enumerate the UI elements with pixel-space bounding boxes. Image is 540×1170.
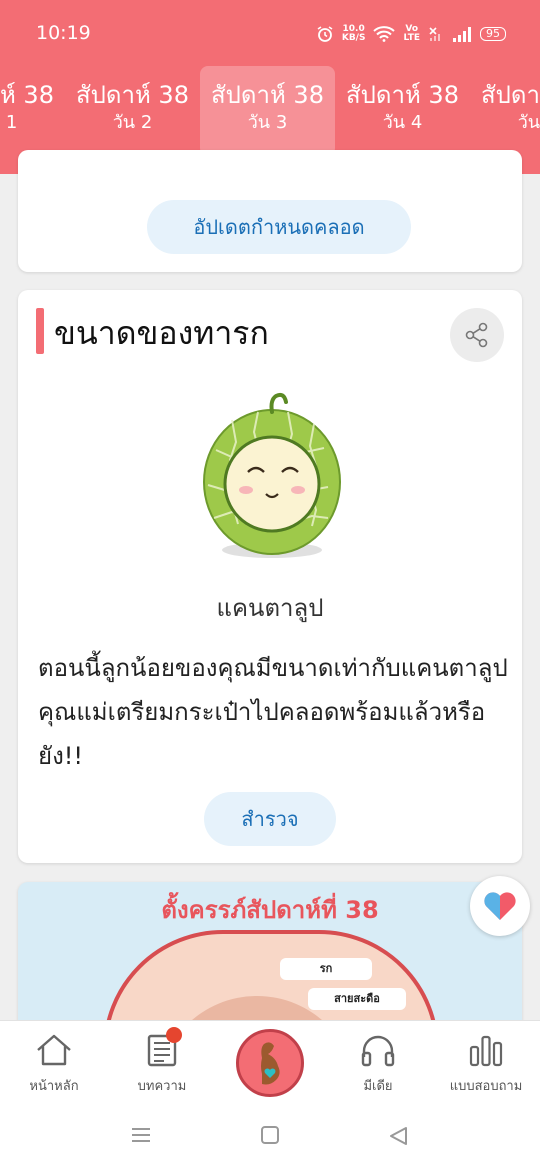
no-signal-icon bbox=[429, 27, 440, 41]
net-speed: 10.0 KB/S bbox=[341, 24, 366, 43]
share-icon bbox=[465, 322, 488, 348]
wifi-icon bbox=[373, 26, 396, 42]
update-due-date-button[interactable]: อัปเดตกำหนดคลอด bbox=[147, 200, 411, 254]
bar-chart-icon bbox=[469, 1035, 503, 1067]
nav-articles-label: บทความ bbox=[137, 1079, 187, 1094]
baby-size-title: ขนาดของทารก bbox=[54, 314, 269, 352]
nav-media-label: มีเดีย bbox=[363, 1079, 393, 1094]
recent-apps-icon[interactable] bbox=[130, 1126, 152, 1144]
tab-week38-day4[interactable]: สัปดาห์ 38 วัน 4 bbox=[335, 66, 470, 156]
status-icons: 10.0 KB/S Vo LTE 95 bbox=[316, 22, 506, 46]
headphones-icon bbox=[361, 1035, 395, 1067]
baby-size-card: ขนาดของทารก แคนตาลูป ตอนนี้ลูกน้อยของคุณ bbox=[18, 290, 522, 863]
fruit-description: ตอนนี้ลูกน้อยของคุณมีขนาดเท่ากับแคนตาลูป… bbox=[38, 654, 508, 770]
tab-week38-day1[interactable]: สัปดาห์ 38 วัน 1 bbox=[0, 66, 65, 156]
favorite-heart-button[interactable] bbox=[470, 876, 530, 936]
status-bar: 10:19 10.0 KB/S Vo LTE 95 bbox=[0, 0, 540, 66]
heart-icon bbox=[484, 892, 516, 920]
status-time: 10:19 bbox=[36, 22, 91, 44]
nav-survey[interactable]: แบบสอบถาม bbox=[432, 1033, 540, 1096]
week-illustration-card[interactable]: ตั้งครรภ์สัปดาห์ที่ 38 รก สายสะดือ bbox=[18, 882, 522, 1042]
nav-survey-label: แบบสอบถาม bbox=[449, 1079, 523, 1094]
pregnancy-center-button[interactable] bbox=[236, 1029, 304, 1097]
week-day-tabs: สัปดาห์ 38 วัน 1 สัปดาห์ 38 วัน 2 สัปดาห… bbox=[0, 66, 540, 156]
back-icon[interactable] bbox=[388, 1126, 408, 1146]
week-illustration-title: ตั้งครรภ์สัปดาห์ที่ 38 bbox=[161, 896, 379, 924]
alarm-icon bbox=[317, 26, 333, 42]
articles-notification-dot bbox=[166, 1027, 182, 1043]
cantaloupe-illustration bbox=[203, 392, 341, 558]
home-icon bbox=[37, 1034, 71, 1066]
fruit-name: แคนตาลูป bbox=[216, 594, 324, 622]
share-button[interactable] bbox=[450, 308, 504, 362]
explore-button[interactable]: สำรวจ bbox=[204, 792, 336, 846]
signal-icon bbox=[453, 27, 471, 42]
volte-indicator: Vo LTE bbox=[403, 24, 420, 43]
nav-home-label: หน้าหลัก bbox=[29, 1079, 79, 1094]
bottom-navigation: หน้าหลัก บทความ มีเดีย แบบสอบถาม bbox=[0, 1020, 540, 1100]
tab-week38-day3[interactable]: สัปดาห์ 38 วัน 3 bbox=[200, 66, 335, 156]
battery-indicator: 95 bbox=[480, 27, 506, 41]
system-navigation-bar bbox=[0, 1100, 540, 1170]
home-system-icon[interactable] bbox=[260, 1126, 280, 1144]
umbilical-cord-label: สายสะดือ bbox=[308, 988, 406, 1010]
due-date-card: อัปเดตกำหนดคลอด bbox=[18, 150, 522, 272]
nav-articles[interactable]: บทความ bbox=[108, 1027, 216, 1096]
placenta-label: รก bbox=[280, 958, 372, 980]
app-header: 10:19 10.0KB/S VoLTE 95 สัปดาห์ 38 วัน 1… bbox=[0, 0, 540, 174]
tab-week38-day5[interactable]: สัปดาห์ 38 วัน 5 bbox=[470, 66, 540, 156]
nav-media[interactable]: มีเดีย bbox=[324, 1033, 432, 1096]
tab-week38-day2[interactable]: สัปดาห์ 38 วัน 2 bbox=[65, 66, 200, 156]
title-accent-bar bbox=[36, 308, 44, 354]
pregnant-woman-icon bbox=[261, 1042, 280, 1085]
nav-home[interactable]: หน้าหลัก bbox=[0, 1033, 108, 1096]
